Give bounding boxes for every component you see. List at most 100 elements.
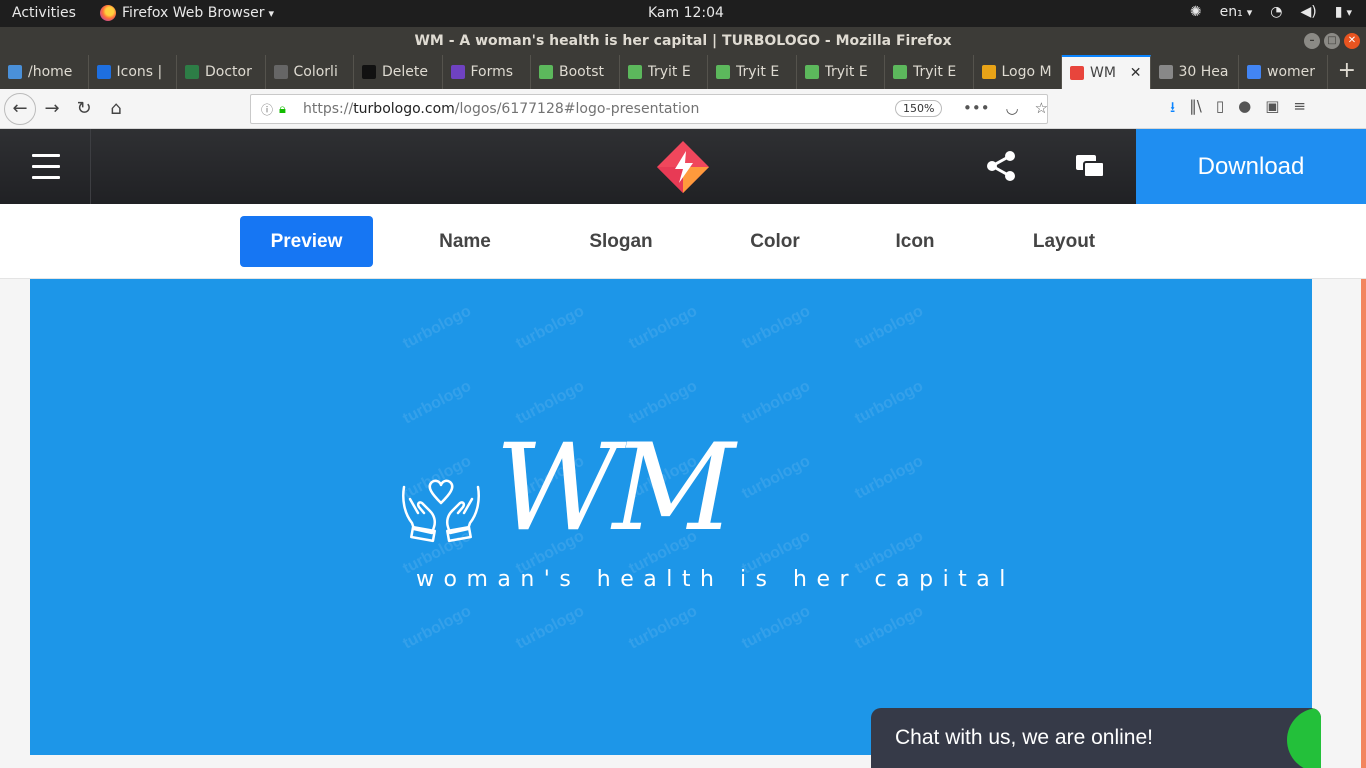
activities-button[interactable]: Activities [12,5,76,21]
tab-favicon-icon [804,65,819,79]
downloads-icon[interactable]: ⭳ [1170,97,1175,122]
browser-tab[interactable]: Tryit E [620,55,708,89]
logo-slogan-text: woman's health is her capital [416,567,1015,592]
extension-icon[interactable]: ▣ [1265,97,1279,122]
battery-icon[interactable]: ▮ [1335,4,1352,20]
system-top-bar: Activities Firefox Web Browser Kam 12:04… [0,0,1366,27]
tab-favicon-icon [8,65,22,79]
watermark-text: turbologo [852,452,927,503]
close-tab-icon[interactable]: ✕ [1130,65,1142,81]
subnav-tab-name[interactable]: Name [400,216,530,267]
language-selector[interactable]: en₁ [1220,4,1253,20]
tab-label: Tryit E [647,64,691,80]
watermark-text: turbologo [626,302,701,353]
header-divider [90,129,91,204]
bookmark-star-icon[interactable]: ☆ [1035,99,1048,117]
tab-label: Colorli [293,64,338,80]
watermark-text: turbologo [513,602,588,653]
browser-tab[interactable]: Icons | [89,55,177,89]
pocket-icon[interactable]: ◡ [1006,99,1019,117]
volume-icon[interactable]: ◀) [1301,4,1317,20]
tab-label: WM [1090,65,1116,81]
zoom-indicator[interactable]: 150% [895,100,943,117]
clock[interactable]: Kam 12:04 [648,5,724,21]
browser-tab[interactable]: Tryit E [885,55,974,89]
tab-favicon-icon [627,65,642,79]
window-title-bar: WM - A woman's health is her capital | T… [0,27,1366,55]
watermark-text: turbologo [852,302,927,353]
back-button[interactable]: ← [4,92,36,125]
tab-label: Tryit E [913,64,957,80]
tab-favicon-icon [1070,66,1084,80]
tab-label: 30 Hea [1178,64,1229,80]
new-tab-button[interactable]: + [1328,55,1366,89]
tab-favicon-icon [1247,65,1261,79]
close-window-button[interactable]: ✕ [1344,33,1360,49]
browser-tab[interactable]: Tryit E [797,55,885,89]
watermark-text: turbologo [400,377,475,428]
tab-label: Tryit E [736,64,780,80]
browser-tab[interactable]: Colorli [266,55,354,89]
lock-icon[interactable]: 🔒︎ [279,102,295,117]
download-button[interactable]: Download [1136,129,1366,204]
browser-tab[interactable]: Bootst [531,55,620,89]
minimize-button[interactable]: – [1304,33,1320,49]
watermark-text: turbologo [852,377,927,428]
library-icon[interactable]: ‖\ [1189,97,1202,122]
browser-tab[interactable]: womer [1239,55,1328,89]
watermark-text: turbologo [739,452,814,503]
watermark-text: turbologo [400,602,475,653]
tab-label: /home [28,64,73,80]
subnav-tab-layout[interactable]: Layout [1000,216,1128,267]
watermark-text: turbologo [400,302,475,353]
watermark-text: turbologo [852,602,927,653]
account-icon[interactable]: ● [1238,97,1251,122]
wifi-icon[interactable]: ◔ [1270,4,1282,20]
sidebar-icon[interactable]: ▯ [1216,97,1224,122]
browser-tab[interactable]: Tryit E [708,55,797,89]
home-button[interactable]: ⌂ [100,93,132,125]
browser-tab[interactable]: Forms [443,55,531,89]
browser-tab[interactable]: Doctor [177,55,266,89]
tab-favicon-icon [893,65,907,79]
subnav-tab-color[interactable]: Color [715,216,835,267]
url-text[interactable]: https://turbologo.com/logos/6177128#logo… [303,101,699,117]
browser-tab[interactable]: Logo M [974,55,1062,89]
slides-icon[interactable] [1074,153,1106,181]
tab-favicon-icon [716,65,730,79]
site-header: Download [0,129,1366,204]
browser-tab[interactable]: Delete [354,55,443,89]
tab-label: Bootst [559,64,605,80]
logo-name-text: WM [495,419,735,558]
url-bar[interactable]: ⓘ 🔒︎ https://turbologo.com/logos/6177128… [250,94,1048,124]
page-actions-icon[interactable]: ••• [963,99,990,117]
browser-tab[interactable]: WM ✕ [1062,55,1151,89]
browser-tab[interactable]: /home [0,55,89,89]
turbologo-brand-icon[interactable] [655,139,711,195]
maximize-button[interactable]: □ [1324,33,1340,49]
tab-favicon-icon [96,65,111,79]
window-title: WM - A woman's health is her capital | T… [414,33,952,49]
chat-online-indicator [1287,708,1321,768]
subnav-tab-preview[interactable]: Preview [240,216,373,267]
reload-button[interactable]: ↻ [68,93,100,125]
hamburger-menu-icon[interactable] [32,154,60,187]
tab-strip: /home Icons | Doctor Colorli Delete Forms Boot… [0,55,1366,89]
share-icon[interactable] [984,149,1018,183]
logo-preview-canvas: turbologo turbologo turbologo turbologo turb… [30,279,1312,755]
chat-widget[interactable]: Chat with us, we are online! [871,708,1321,768]
forward-button[interactable]: → [36,93,68,125]
hands-heart-icon [402,479,480,543]
menu-icon[interactable]: ≡ [1293,97,1306,122]
tab-label: Forms [470,64,514,80]
subnav-tab-icon[interactable]: Icon [860,216,970,267]
tab-favicon-icon [273,65,288,79]
browser-tab[interactable]: 30 Hea [1151,55,1239,89]
page-content: Download Preview Name Slogan Color Icon Layou… [0,129,1366,768]
weather-icon[interactable]: ✺ [1190,4,1202,20]
subnav-tab-slogan[interactable]: Slogan [555,216,687,267]
app-menu[interactable]: Firefox Web Browser [100,5,274,21]
chat-label: Chat with us, we are online! [895,726,1153,749]
app-menu-label: Firefox Web Browser [122,5,274,21]
site-info-icon[interactable]: ⓘ [255,101,279,118]
